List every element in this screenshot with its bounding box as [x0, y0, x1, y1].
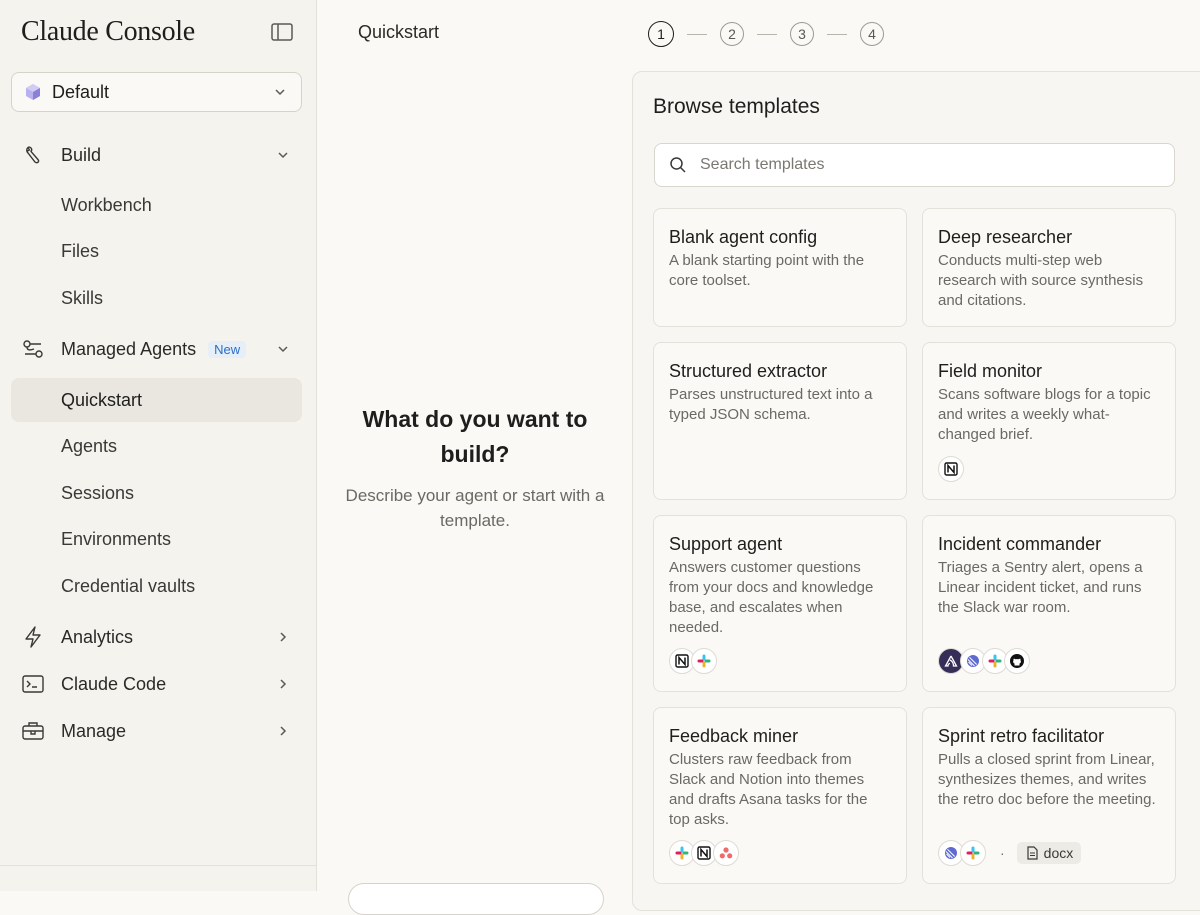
chevron-down-icon [278, 152, 288, 159]
step-connector [687, 33, 707, 35]
prompt-heading: What do you want to build? [362, 406, 588, 467]
new-badge: New [208, 340, 247, 358]
sidebar-section-build[interactable]: Build [11, 133, 302, 177]
template-card-blank-agent-config[interactable]: Blank agent config A blank starting poin… [653, 208, 907, 327]
wrench-icon [22, 144, 44, 166]
sidebar-toggle-icon[interactable] [271, 23, 295, 43]
prompt-subtext: Describe your agent or start with a temp… [345, 486, 605, 530]
search-input[interactable] [698, 155, 1142, 175]
template-card-structured-extractor[interactable]: Structured extractor Parses unstructured… [653, 342, 907, 500]
step-connector [827, 33, 847, 35]
template-card-desc: Parses unstructured text into a typed JS… [669, 386, 873, 423]
template-card-title: Sprint retro facilitator [938, 726, 1105, 746]
sidebar-item-credential-vaults[interactable]: Credential vaults [11, 564, 302, 608]
template-card-desc: Pulls a closed sprint from Linear, synth… [938, 751, 1156, 808]
integration-icons [938, 648, 1030, 674]
agents-icon [22, 338, 44, 360]
sidebar-section-analytics[interactable]: Analytics [11, 615, 302, 659]
template-card-desc: Triages a Sentry alert, opens a Linear i… [938, 559, 1143, 616]
describe-agent-input[interactable] [348, 883, 604, 915]
chevron-down-icon [278, 346, 288, 353]
integration-icons [669, 648, 717, 674]
sidebar-section-claude-code[interactable]: Claude Code [11, 662, 302, 706]
chevron-down-icon [275, 89, 285, 96]
briefcase-icon [22, 720, 44, 742]
sidebar-item-workbench[interactable]: Workbench [11, 183, 302, 227]
template-card-title: Field monitor [938, 361, 1043, 381]
sidebar-item-agents[interactable]: Agents [11, 424, 302, 468]
sidebar-item-quickstart[interactable]: Quickstart [11, 378, 302, 422]
page-title: Quickstart [358, 22, 440, 42]
slack-icon [960, 840, 986, 866]
template-card-field-monitor[interactable]: Field monitor Scans software blogs for a… [922, 342, 1176, 500]
templates-title: Browse templates [653, 95, 820, 118]
sidebar-section-managed-agents[interactable]: Managed Agents New [11, 327, 302, 371]
chevron-right-icon [280, 679, 287, 689]
integration-icons [938, 456, 964, 482]
template-card-desc: Conducts multi-step web research with so… [938, 252, 1144, 309]
template-card-sprint-retro-facilitator[interactable]: Sprint retro facilitator Pulls a closed … [922, 707, 1176, 884]
sidebar-item-files[interactable]: Files [11, 229, 302, 273]
lightning-icon [22, 626, 44, 648]
brand-logo: Claude Console [21, 16, 195, 47]
file-chip: docx [1016, 842, 1082, 864]
sidebar-item-environments[interactable]: Environments [11, 517, 302, 561]
template-card-feedback-miner[interactable]: Feedback miner Clusters raw feedback fro… [653, 707, 907, 884]
template-card-title: Feedback miner [669, 726, 799, 746]
step-1[interactable]: 1 [648, 21, 674, 47]
sidebar-section-manage[interactable]: Manage [11, 709, 302, 753]
search-icon [670, 157, 686, 173]
template-card-desc: Answers customer questions from your doc… [669, 559, 874, 636]
template-card-title: Blank agent config [669, 227, 818, 247]
slack-icon [691, 648, 717, 674]
template-card-desc: A blank starting point with the core too… [669, 252, 865, 289]
sidebar-section-label: Analytics [61, 626, 134, 647]
step-connector [757, 33, 777, 35]
notion-icon [938, 456, 964, 482]
terminal-icon [22, 673, 44, 695]
template-card-title: Support agent [669, 534, 783, 554]
separator-dot: · [1000, 845, 1005, 861]
file-chip-label: docx [1043, 845, 1074, 861]
template-card-desc: Clusters raw feedback from Slack and Not… [669, 751, 868, 828]
template-card-title: Structured extractor [669, 361, 828, 381]
step-2[interactable]: 2 [720, 22, 744, 46]
template-card-desc: Scans software blogs for a topic and wri… [938, 386, 1151, 443]
template-card-support-agent[interactable]: Support agent Answers customer questions… [653, 515, 907, 692]
github-icon [1004, 648, 1030, 674]
template-search[interactable] [654, 143, 1175, 187]
document-icon [1027, 846, 1038, 860]
sidebar-item-skills[interactable]: Skills [11, 276, 302, 320]
sidebar-section-label: Manage [61, 720, 127, 741]
sidebar-section-label: Claude Code [61, 673, 167, 694]
workspace-select[interactable]: Default [11, 72, 302, 112]
template-card-incident-commander[interactable]: Incident commander Triages a Sentry aler… [922, 515, 1176, 692]
sidebar: Claude Console Default Build Workbench F… [0, 0, 317, 891]
build-prompt: What do you want to build? Describe your… [330, 402, 620, 533]
sidebar-section-label: Managed Agents [61, 338, 197, 359]
integration-icons [669, 840, 739, 866]
workspace-label: Default [52, 81, 110, 102]
sidebar-divider [0, 865, 317, 866]
template-card-title: Deep researcher [938, 227, 1073, 247]
template-card-deep-researcher[interactable]: Deep researcher Conducts multi-step web … [922, 208, 1176, 327]
step-4[interactable]: 4 [860, 22, 884, 46]
asana-icon [713, 840, 739, 866]
stepper: 1 2 3 4 [648, 21, 884, 47]
step-3[interactable]: 3 [790, 22, 814, 46]
sidebar-item-sessions[interactable]: Sessions [11, 471, 302, 515]
chevron-right-icon [280, 632, 287, 642]
chevron-right-icon [280, 726, 287, 736]
sidebar-section-label: Build [61, 144, 102, 165]
cube-icon [26, 84, 40, 100]
integration-icons: · docx [938, 840, 1082, 866]
template-card-title: Incident commander [938, 534, 1102, 554]
